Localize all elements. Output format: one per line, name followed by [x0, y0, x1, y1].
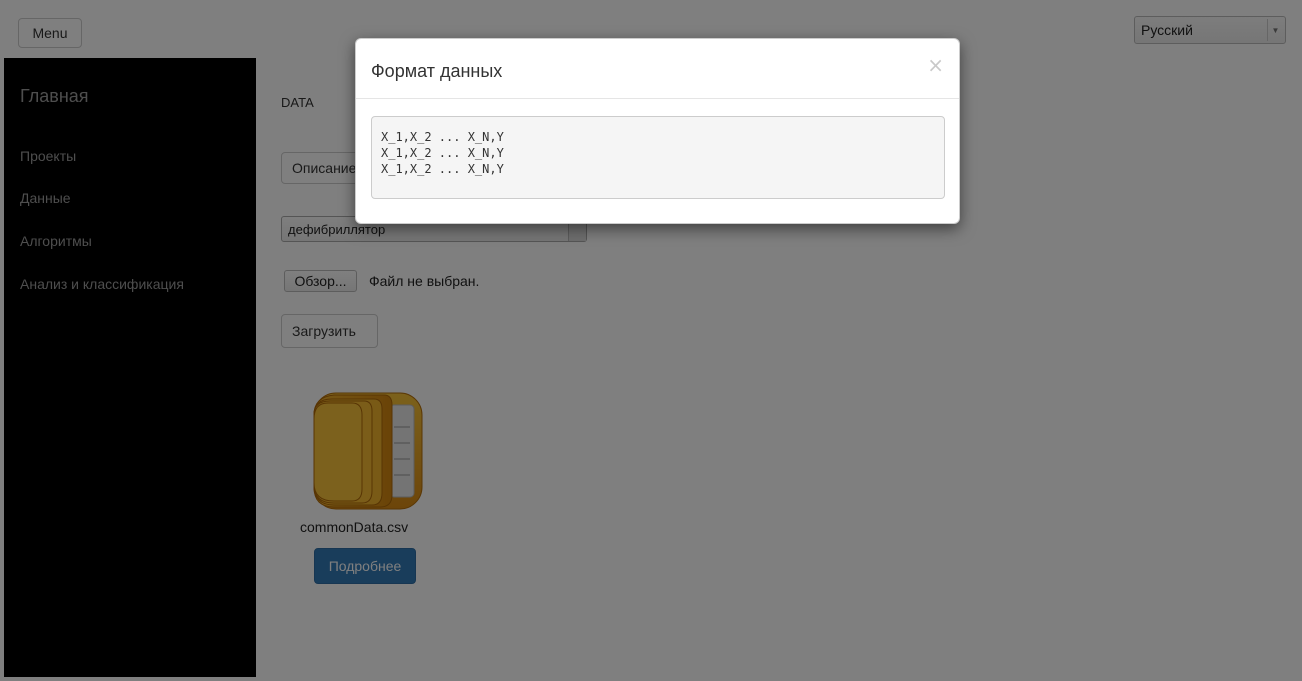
format-line: X_1,X_2 ... X_N,Y: [381, 162, 504, 176]
modal-header: Формат данных ×: [356, 39, 959, 99]
close-icon[interactable]: ×: [927, 55, 944, 75]
modal-body: X_1,X_2 ... X_N,Y X_1,X_2 ... X_N,Y X_1,X_…: [371, 116, 945, 199]
data-format-modal: Формат данных × X_1,X_2 ... X_N,Y X_1,X_2…: [355, 38, 960, 224]
format-line: X_1,X_2 ... X_N,Y: [381, 146, 504, 160]
data-format-code-block: X_1,X_2 ... X_N,Y X_1,X_2 ... X_N,Y X_1,X_…: [371, 116, 945, 199]
modal-title: Формат данных: [371, 61, 503, 81]
format-line: X_1,X_2 ... X_N,Y: [381, 130, 504, 144]
